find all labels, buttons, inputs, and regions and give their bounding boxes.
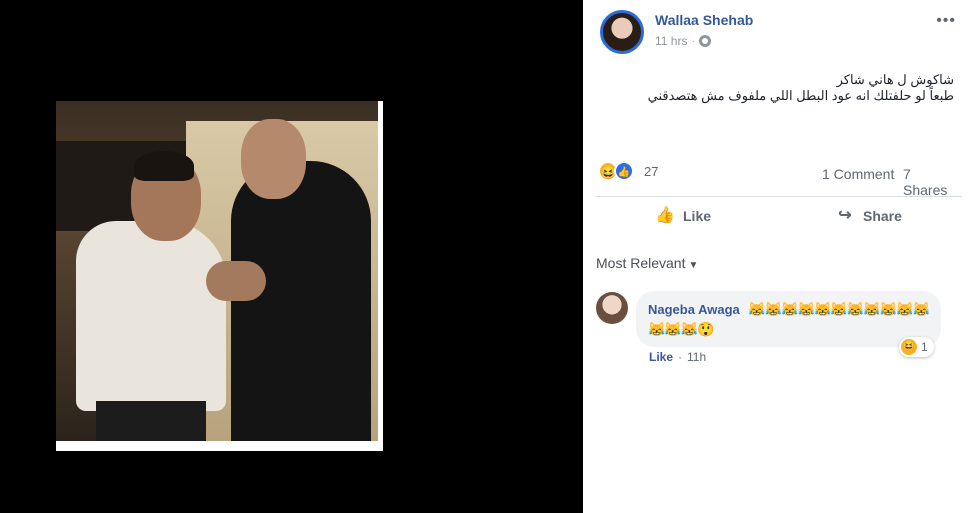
photo-person-right: [231, 161, 371, 441]
post-actions: 👍 Like ↪ Share: [583, 199, 974, 235]
globe-icon[interactable]: [698, 35, 711, 47]
photo-viewer: [0, 0, 583, 513]
more-options-icon[interactable]: •••: [936, 12, 956, 30]
haha-reaction-icon: 😆: [901, 339, 917, 355]
comment-actions-separator: ·: [678, 350, 683, 364]
thumbs-up-icon: 👍: [655, 207, 675, 224]
comment-like-button[interactable]: Like: [649, 350, 673, 364]
like-button-label: Like: [683, 208, 712, 224]
comment-reactions[interactable]: 😆 1: [899, 337, 934, 357]
comments-count[interactable]: 1 Comment: [822, 166, 894, 182]
reactions-summary: 😆 👍 27 1 Comment 7 Shares: [598, 160, 958, 198]
comment-sort-label: Most Relevant: [596, 255, 686, 271]
share-arrow-icon: ↪: [838, 207, 852, 224]
like-reaction-icon[interactable]: 👍: [614, 161, 634, 181]
post-photo[interactable]: [56, 101, 383, 451]
comment-actions: Like · 11h: [649, 350, 706, 364]
photo-person-arm: [206, 261, 266, 301]
post-time[interactable]: 11 hrs: [655, 34, 687, 48]
share-button-label: Share: [863, 208, 902, 224]
chevron-down-icon: ▼: [688, 260, 699, 271]
photo-person-left: [76, 221, 226, 411]
photo-person-left-legs: [96, 401, 206, 441]
comment-bubble: Nageba Awaga 😹😹😹😹😹😹😹😹😹😹😹😹😹😹😲: [636, 291, 941, 347]
comments-section: Most Relevant ▼ Nageba Awaga 😹😹😹😹😹😹😹😹😹😹😹😹…: [583, 242, 974, 513]
post-text: شاكوش ل هاني شاكر طبعاً لو حلفتلك انه عو…: [604, 72, 954, 104]
comment-reactions-count: 1: [921, 340, 928, 354]
post-header: Wallaa Shehab 11 hrs · •••: [583, 0, 974, 60]
divider: [595, 196, 962, 197]
like-button[interactable]: 👍 Like: [655, 207, 711, 225]
reactions-count[interactable]: 27: [644, 164, 658, 179]
author-name[interactable]: Wallaa Shehab: [655, 12, 753, 28]
commenter-name[interactable]: Nageba Awaga: [648, 302, 740, 317]
photo-person-right-head: [241, 119, 306, 199]
meta-separator: ·: [691, 35, 695, 47]
author-avatar[interactable]: [600, 10, 644, 54]
post-side-panel: Wallaa Shehab 11 hrs · ••• شاكوش ل هاني …: [583, 0, 974, 513]
post-meta: 11 hrs ·: [655, 34, 711, 48]
share-button[interactable]: ↪ Share: [835, 207, 902, 225]
commenter-avatar[interactable]: [596, 292, 628, 324]
shares-count[interactable]: 7 Shares: [903, 166, 958, 198]
post-text-line-1: شاكوش ل هاني شاكر: [836, 72, 954, 87]
comment-sort-dropdown[interactable]: Most Relevant ▼: [596, 255, 698, 271]
comment-time[interactable]: 11h: [687, 350, 706, 364]
photo-image: [56, 101, 378, 441]
photo-person-left-hair: [134, 151, 194, 181]
post-text-line-2: طبعاً لو حلفتلك انه عود البطل اللي ملفوف…: [647, 88, 954, 103]
